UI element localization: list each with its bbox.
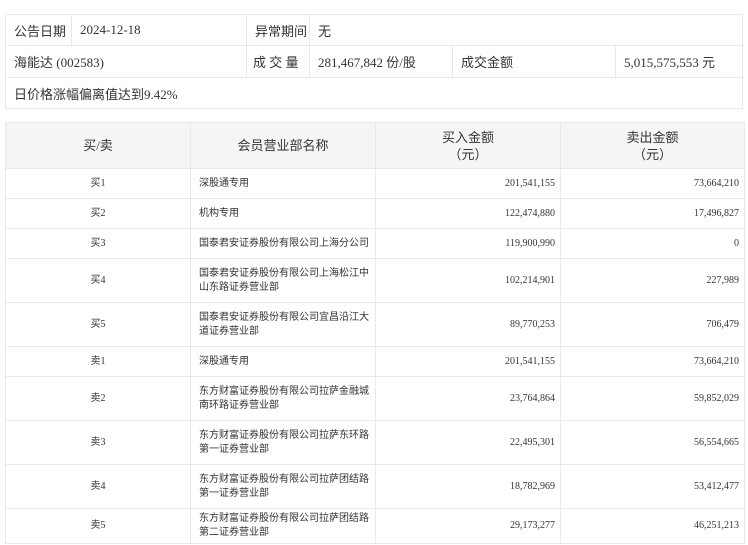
branch-name-cell: 国泰君安证券股份有限公司上海松江中山东路证券营业部 — [191, 259, 376, 303]
header-row: 买/卖 会员营业部名称 买入金额 （元） 卖出金额 （元） — [6, 123, 745, 169]
turnover-label: 成交金额 — [453, 46, 616, 77]
sell-amount-header-line2: （元） — [561, 146, 744, 163]
broker-table-head: 买/卖 会员营业部名称 买入金额 （元） 卖出金额 （元） — [6, 123, 745, 169]
buy-amount-cell: 201,541,155 — [376, 169, 561, 199]
buy-amount-cell: 29,173,277 — [376, 509, 561, 544]
side-cell: 买3 — [6, 229, 191, 259]
sell-amount-cell: 706,479 — [561, 303, 745, 347]
announce-date-value: 2024-12-18 — [72, 15, 247, 45]
side-cell: 卖3 — [6, 421, 191, 465]
table-row: 买5国泰君安证券股份有限公司宜昌沿江大道证券营业部89,770,253706,4… — [6, 303, 745, 347]
deviation-note: 日价格涨幅偏离值达到9.42% — [6, 78, 742, 108]
table-row: 买4国泰君安证券股份有限公司上海松江中山东路证券营业部102,214,90122… — [6, 259, 745, 303]
buy-amount-cell: 89,770,253 — [376, 303, 561, 347]
table-row: 卖3东方财富证券股份有限公司拉萨东环路第一证券营业部22,495,30156,5… — [6, 421, 745, 465]
sell-amount-cell: 59,852,029 — [561, 377, 745, 421]
branch-name-cell: 东方财富证券股份有限公司拉萨团结路第二证券营业部 — [191, 509, 376, 544]
side-cell: 买5 — [6, 303, 191, 347]
branch-name-cell: 东方财富证券股份有限公司拉萨东环路第一证券营业部 — [191, 421, 376, 465]
trade-disclosure-page: 公告日期 2024-12-18 异常期间 无 海能达 (002583) 成 交 … — [0, 0, 748, 545]
side-cell: 卖5 — [6, 509, 191, 544]
table-row: 卖4东方财富证券股份有限公司拉萨团结路第一证券营业部18,782,96953,4… — [6, 465, 745, 509]
stock-name: 海能达 (002583) — [6, 46, 247, 77]
buy-amount-cell: 201,541,155 — [376, 347, 561, 377]
sell-amount-cell: 0 — [561, 229, 745, 259]
branch-name-cell: 国泰君安证券股份有限公司宜昌沿江大道证券营业部 — [191, 303, 376, 347]
buy-amount-cell: 102,214,901 — [376, 259, 561, 303]
col-header-sell-amount: 卖出金额 （元） — [561, 123, 745, 169]
table-row: 卖2东方财富证券股份有限公司拉萨金融城南环路证券营业部23,764,86459,… — [6, 377, 745, 421]
sell-amount-cell: 227,989 — [561, 259, 745, 303]
broker-ranking-table: 买/卖 会员营业部名称 买入金额 （元） 卖出金额 （元） 买1深股通专用201… — [5, 122, 745, 544]
branch-name-cell: 东方财富证券股份有限公司拉萨团结路第一证券营业部 — [191, 465, 376, 509]
branch-name-cell: 机构专用 — [191, 199, 376, 229]
table-row: 卖1深股通专用201,541,15573,664,210 — [6, 347, 745, 377]
branch-name-cell: 深股通专用 — [191, 169, 376, 199]
col-header-branch: 会员营业部名称 — [191, 123, 376, 169]
col-header-buy-amount: 买入金额 （元） — [376, 123, 561, 169]
buy-amount-header-line1: 买入金额 — [376, 129, 560, 146]
table-row: 买1深股通专用201,541,15573,664,210 — [6, 169, 745, 199]
volume-row: 海能达 (002583) 成 交 量 281,467,842 份/股 成交金额 … — [6, 46, 742, 78]
deviation-row: 日价格涨幅偏离值达到9.42% — [6, 78, 742, 108]
side-cell: 买1 — [6, 169, 191, 199]
buy-amount-cell: 23,764,864 — [376, 377, 561, 421]
side-cell: 买2 — [6, 199, 191, 229]
sell-amount-cell: 46,251,213 — [561, 509, 745, 544]
col-header-side: 买/卖 — [6, 123, 191, 169]
stock-summary-panel: 公告日期 2024-12-18 异常期间 无 海能达 (002583) 成 交 … — [5, 14, 743, 109]
buy-amount-cell: 18,782,969 — [376, 465, 561, 509]
buy-amount-cell: 122,474,880 — [376, 199, 561, 229]
sell-amount-cell: 73,664,210 — [561, 347, 745, 377]
side-cell: 卖1 — [6, 347, 191, 377]
announce-date-label: 公告日期 — [6, 15, 72, 45]
volume-value: 281,467,842 份/股 — [310, 46, 453, 77]
broker-table-body: 买1深股通专用201,541,15573,664,210买2机构专用122,47… — [6, 169, 745, 544]
sell-amount-header-line1: 卖出金额 — [561, 129, 744, 146]
branch-name-cell: 深股通专用 — [191, 347, 376, 377]
buy-amount-cell: 119,900,990 — [376, 229, 561, 259]
buy-amount-cell: 22,495,301 — [376, 421, 561, 465]
volume-label: 成 交 量 — [247, 46, 310, 77]
abnormal-period-label: 异常期间 — [247, 15, 310, 45]
abnormal-period-value: 无 — [310, 15, 742, 45]
sell-amount-cell: 56,554,665 — [561, 421, 745, 465]
sell-amount-cell: 73,664,210 — [561, 169, 745, 199]
sell-amount-cell: 53,412,477 — [561, 465, 745, 509]
branch-name-cell: 国泰君安证券股份有限公司上海分公司 — [191, 229, 376, 259]
table-row: 买2机构专用122,474,88017,496,827 — [6, 199, 745, 229]
sell-amount-cell: 17,496,827 — [561, 199, 745, 229]
table-row: 卖5东方财富证券股份有限公司拉萨团结路第二证券营业部29,173,27746,2… — [6, 509, 745, 544]
table-row: 买3国泰君安证券股份有限公司上海分公司119,900,9900 — [6, 229, 745, 259]
turnover-value: 5,015,575,553 元 — [616, 46, 742, 77]
buy-amount-header-line2: （元） — [376, 146, 560, 163]
side-cell: 卖2 — [6, 377, 191, 421]
announce-row: 公告日期 2024-12-18 异常期间 无 — [6, 15, 742, 46]
branch-name-cell: 东方财富证券股份有限公司拉萨金融城南环路证券营业部 — [191, 377, 376, 421]
side-cell: 买4 — [6, 259, 191, 303]
side-cell: 卖4 — [6, 465, 191, 509]
